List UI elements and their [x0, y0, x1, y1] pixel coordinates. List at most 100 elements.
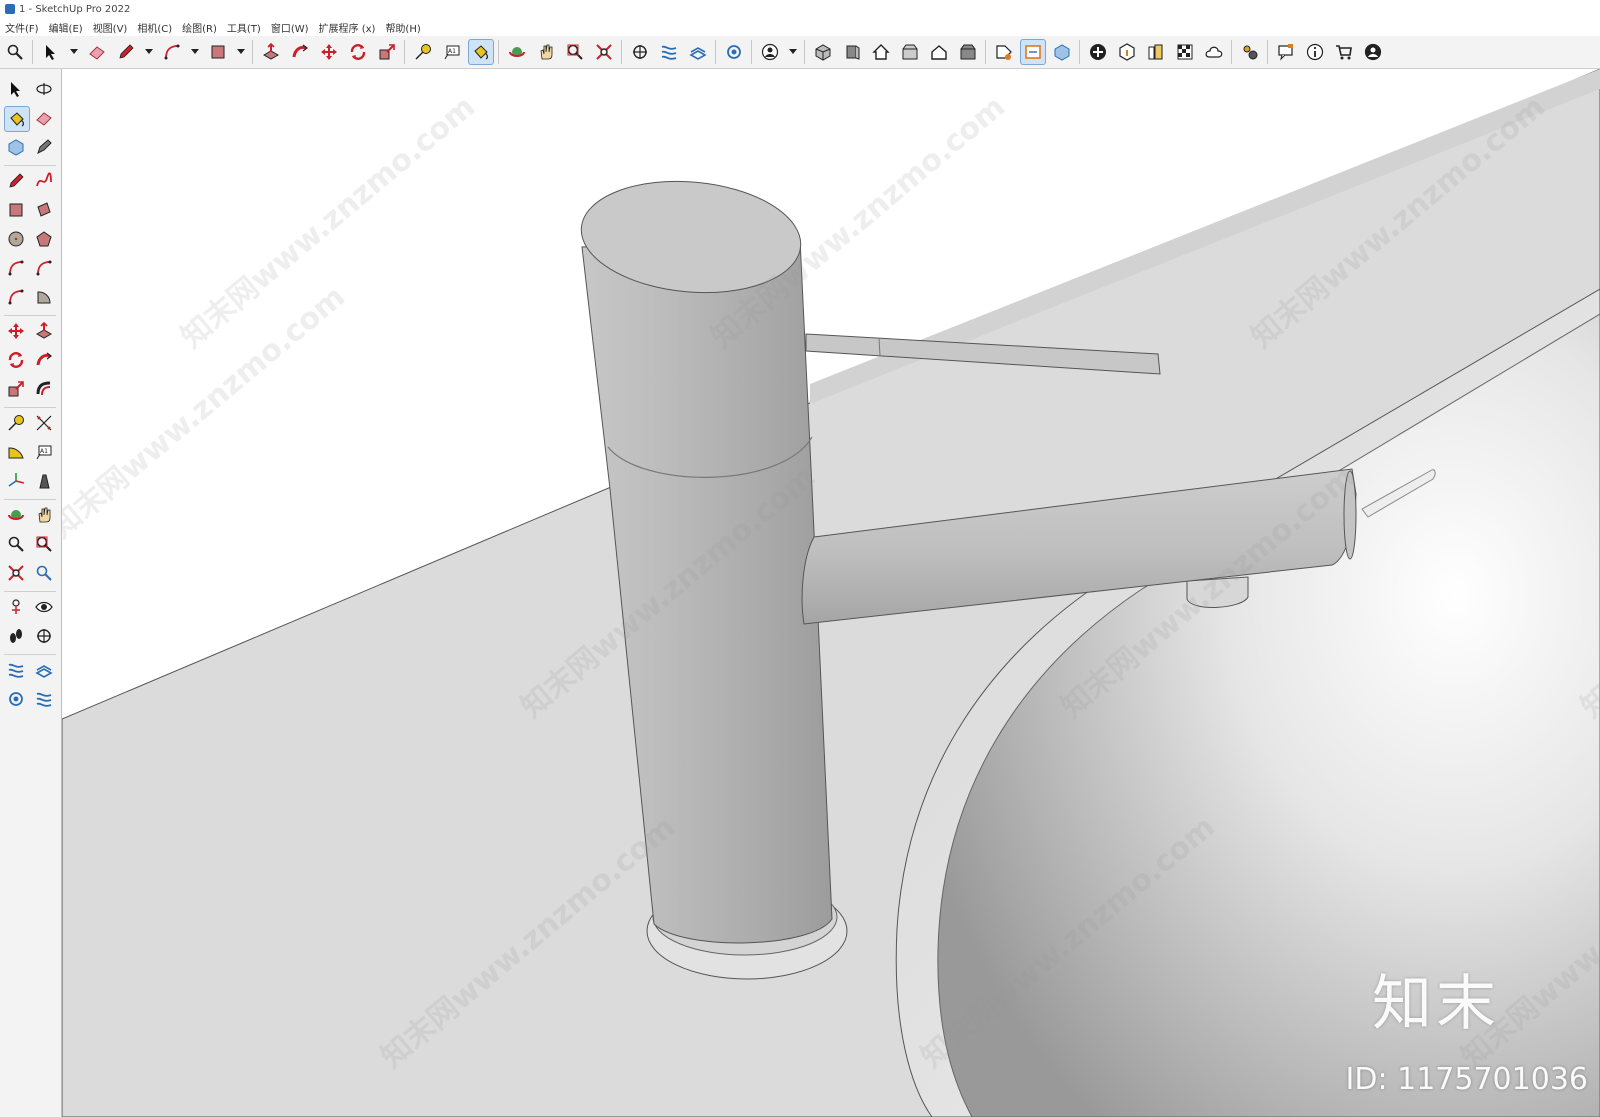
dropdown-button[interactable] — [786, 39, 800, 65]
select-tool[interactable] — [4, 77, 28, 101]
top-home-button[interactable] — [868, 39, 894, 65]
pan-tool[interactable] — [32, 503, 56, 527]
extension-settings-button[interactable] — [1237, 39, 1263, 65]
left-view-button[interactable] — [955, 39, 981, 65]
axes-tool[interactable] — [4, 469, 28, 493]
walk-tool[interactable] — [4, 624, 28, 648]
scale-tool[interactable] — [4, 377, 28, 401]
freehand-tool[interactable] — [32, 169, 56, 193]
previous-view-tool[interactable] — [32, 561, 56, 585]
tape-measure-tool[interactable] — [4, 411, 28, 435]
paint-bucket-tool[interactable] — [4, 106, 30, 132]
tape-measure-button[interactable] — [410, 39, 436, 65]
dropdown-button[interactable] — [234, 39, 248, 65]
select-button[interactable] — [38, 39, 64, 65]
menu-file[interactable]: 文件(F) — [5, 20, 39, 35]
move-tool[interactable] — [4, 319, 28, 343]
account-button[interactable] — [1360, 39, 1386, 65]
message-button[interactable] — [1273, 39, 1299, 65]
section-display-tool[interactable] — [4, 658, 28, 682]
pencil-button[interactable] — [113, 39, 139, 65]
zoom-tool[interactable] — [4, 532, 28, 556]
section-fill-tool[interactable] — [32, 658, 56, 682]
text-tool[interactable]: A1 — [32, 440, 56, 464]
section-cut-tool[interactable] — [4, 687, 28, 711]
pencil-tool[interactable] — [4, 169, 28, 193]
section-plane-tool[interactable] — [32, 624, 56, 648]
circle-tool[interactable] — [4, 227, 28, 251]
section-cut-button[interactable] — [721, 39, 747, 65]
dimension-tool[interactable] — [32, 411, 56, 435]
rotated-rectangle-tool[interactable] — [32, 198, 56, 222]
front-view-button[interactable] — [839, 39, 865, 65]
orbit-tool[interactable] — [4, 503, 28, 527]
two-point-arc-tool[interactable] — [32, 256, 56, 280]
iso-view-button[interactable] — [810, 39, 836, 65]
menu-view[interactable]: 视图(V) — [93, 20, 128, 35]
menu-help[interactable]: 帮助(H) — [385, 20, 420, 35]
dropdown-button[interactable] — [142, 39, 156, 65]
add-location-button[interactable] — [1085, 39, 1111, 65]
orbit-button[interactable] — [504, 39, 530, 65]
push-pull-tool[interactable] — [32, 319, 56, 343]
three-point-arc-tool[interactable] — [4, 285, 28, 309]
menu-edit[interactable]: 编辑(E) — [49, 20, 83, 35]
protractor-tool[interactable] — [4, 440, 28, 464]
rectangle-tool[interactable] — [4, 198, 28, 222]
polygon-tool[interactable] — [32, 227, 56, 251]
look-around-tool[interactable] — [32, 595, 56, 619]
zoom-window-tool[interactable] — [32, 532, 56, 556]
rectangle-button[interactable] — [205, 39, 231, 65]
section-plane-button[interactable] — [627, 39, 653, 65]
report-button[interactable] — [1143, 39, 1169, 65]
follow-me-button[interactable] — [287, 39, 313, 65]
move-button[interactable] — [316, 39, 342, 65]
tag-tool-button[interactable] — [991, 39, 1017, 65]
arc-tool[interactable] — [4, 256, 28, 280]
menu-window[interactable]: 窗口(W) — [271, 20, 309, 35]
eraser-button[interactable] — [84, 39, 110, 65]
menu-tools[interactable]: 工具(T) — [227, 20, 261, 35]
zoom-window-button[interactable] — [562, 39, 588, 65]
orbit-small-tool[interactable] — [32, 77, 56, 101]
scale-button[interactable] — [374, 39, 400, 65]
outliner-button[interactable] — [1019, 39, 1046, 65]
pan-button[interactable] — [533, 39, 559, 65]
right-view-button[interactable] — [897, 39, 923, 65]
push-pull-button[interactable] — [258, 39, 284, 65]
arc-button[interactable] — [159, 39, 185, 65]
cloud-button[interactable] — [1201, 39, 1227, 65]
model-scene[interactable]: 知末网www.znzmo.com 知末网www.znzmo.com 知末网www.z… — [62, 69, 1600, 1117]
info-button[interactable] — [1302, 39, 1328, 65]
position-camera-tool[interactable] — [4, 595, 28, 619]
section-fill-button[interactable] — [685, 39, 711, 65]
menu-extensions[interactable]: 扩展程序 (x) — [319, 20, 376, 35]
offset-tool[interactable] — [32, 377, 56, 401]
3d-text-tool[interactable] — [32, 469, 56, 493]
rotate-tool[interactable] — [4, 348, 28, 372]
section-display-button[interactable] — [656, 39, 682, 65]
zoom-button[interactable] — [2, 39, 28, 65]
component-tool[interactable] — [4, 135, 28, 159]
tag-tool[interactable] — [32, 135, 56, 159]
menu-draw[interactable]: 绘图(R) — [182, 20, 217, 35]
eraser-tool[interactable] — [32, 106, 56, 130]
zoom-extents-button[interactable] — [591, 39, 617, 65]
user-button[interactable] — [757, 39, 783, 65]
follow-me-tool[interactable] — [32, 348, 56, 372]
menu-camera[interactable]: 相机(C) — [137, 20, 172, 35]
cart-button[interactable] — [1331, 39, 1357, 65]
section-toggle-tool[interactable] — [32, 687, 56, 711]
pie-tool[interactable] — [32, 285, 56, 309]
materials-button[interactable] — [1172, 39, 1198, 65]
3d-warehouse-button[interactable] — [1114, 39, 1140, 65]
text-button[interactable]: A1 — [439, 39, 465, 65]
model-viewport[interactable]: 知末网www.znzmo.com 知末网www.znzmo.com 知末网www.z… — [62, 69, 1600, 1117]
back-house-button[interactable] — [926, 39, 952, 65]
paint-bucket-button[interactable] — [467, 39, 494, 65]
dropdown-button[interactable] — [188, 39, 202, 65]
dropdown-button[interactable] — [67, 39, 81, 65]
rotate-button[interactable] — [345, 39, 371, 65]
component-swap-button[interactable] — [1049, 39, 1075, 65]
zoom-extents-tool[interactable] — [4, 561, 28, 585]
